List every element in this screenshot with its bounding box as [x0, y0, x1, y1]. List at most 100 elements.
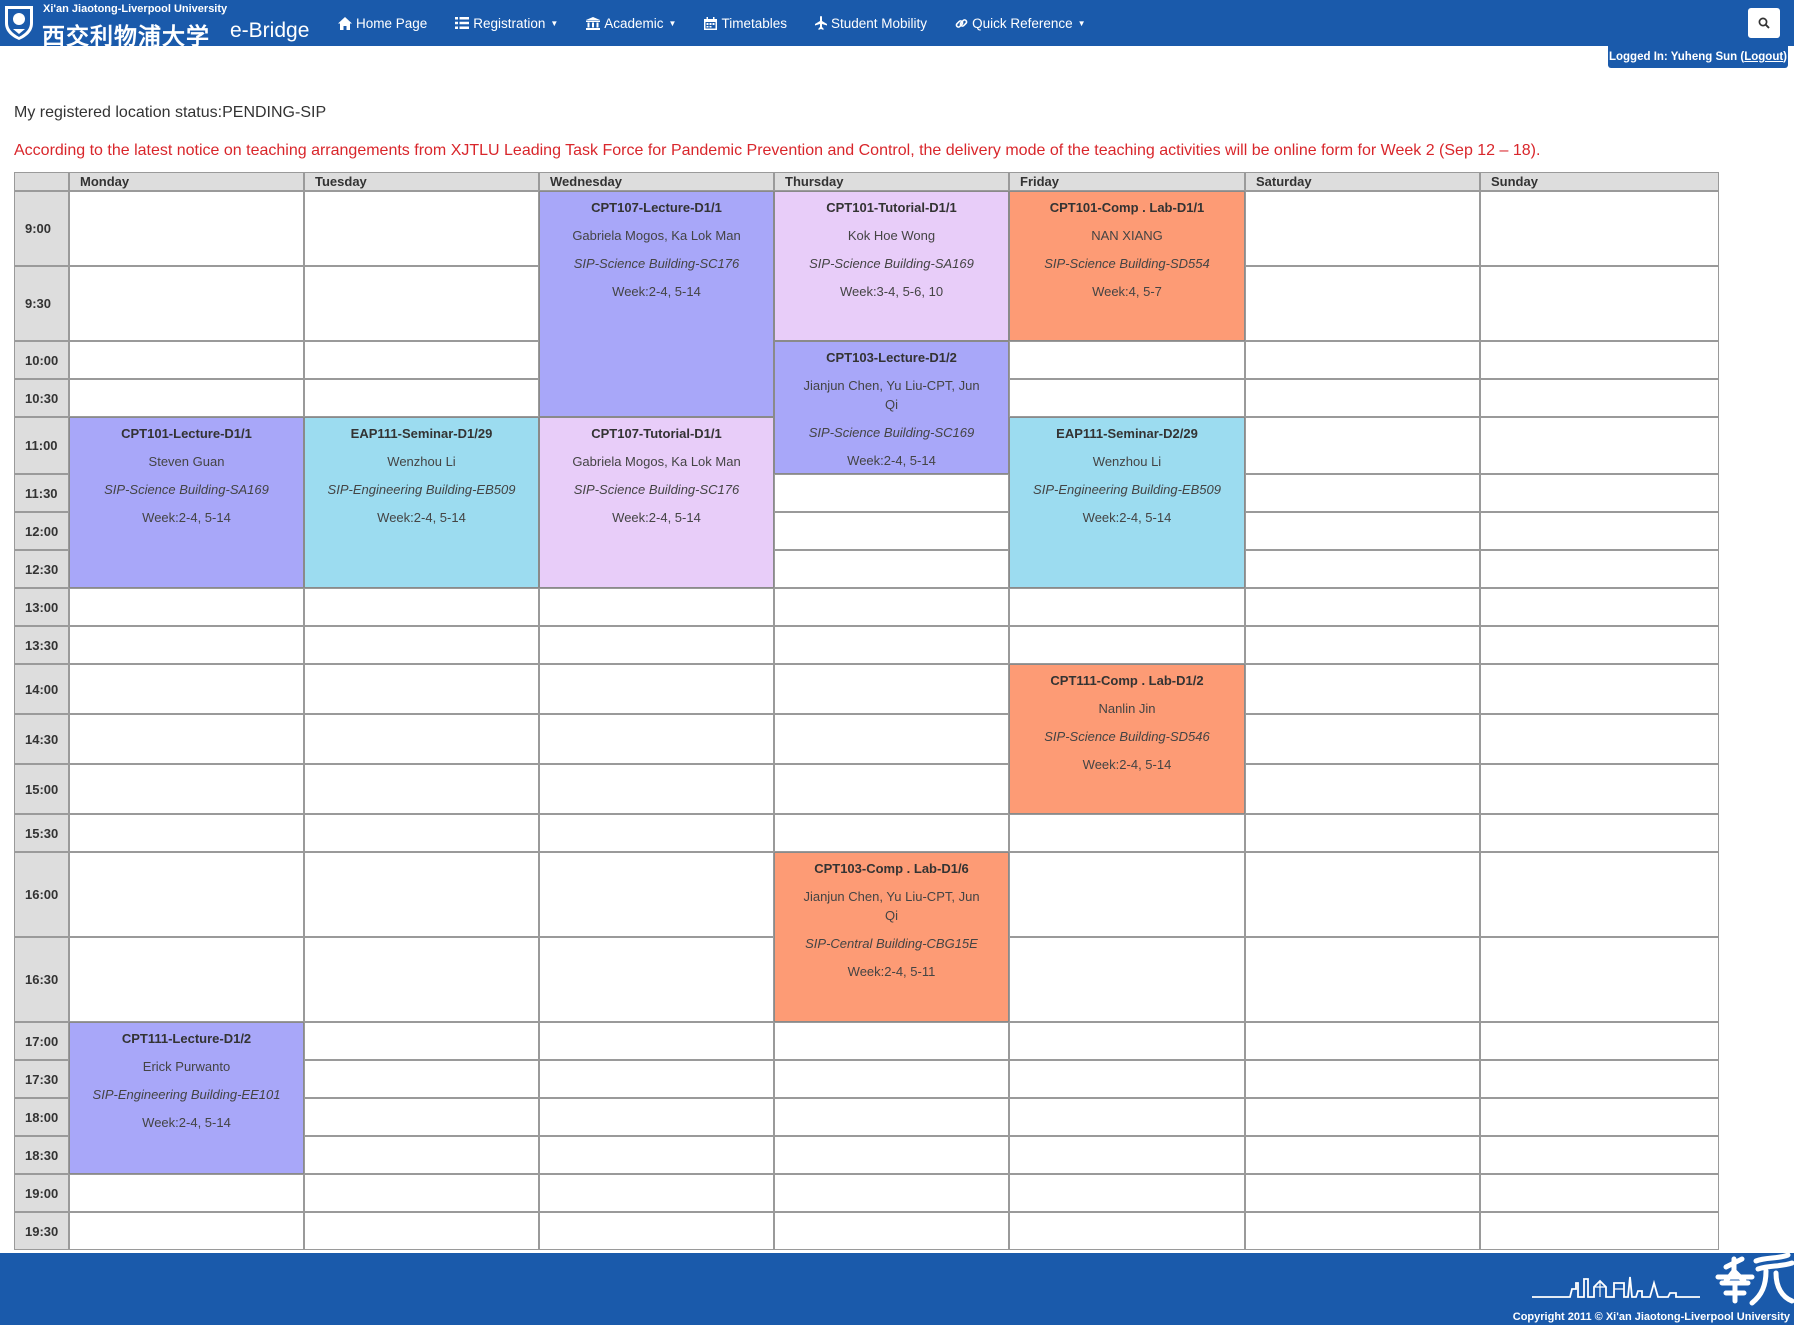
pandemic-notice: According to the latest notice on teachi… — [14, 142, 1541, 159]
empty-slot — [304, 266, 539, 341]
empty-slot — [539, 626, 774, 664]
empty-slot — [1480, 1136, 1719, 1174]
class-session-block[interactable]: CPT101-Lecture-D1/1 Steven Guan SIP-Scienc… — [69, 417, 304, 588]
time-slot-label: 12:00 — [14, 512, 69, 550]
time-slot-label: 14:00 — [14, 664, 69, 714]
empty-slot — [774, 1212, 1009, 1250]
chevron-down-icon: ▼ — [1077, 18, 1086, 28]
empty-slot — [304, 937, 539, 1022]
empty-slot — [774, 588, 1009, 626]
empty-slot — [774, 1174, 1009, 1212]
session-weeks: Week:2-4, 5-14 — [1082, 510, 1172, 525]
time-slot-label: 19:30 — [14, 1212, 69, 1250]
empty-slot — [1245, 814, 1480, 852]
empty-slot — [1009, 626, 1245, 664]
session-weeks: Week:3-4, 5-6, 10 — [839, 284, 944, 299]
empty-slot — [539, 714, 774, 764]
day-header-sunday: Sunday — [1480, 172, 1719, 191]
empty-slot — [69, 626, 304, 664]
empty-slot — [1480, 341, 1719, 379]
empty-slot — [1009, 814, 1245, 852]
time-slot-label: 9:30 — [14, 266, 69, 341]
class-session-block[interactable]: CPT103-Comp . Lab-D1/6 Jianjun Chen, Yu L… — [774, 852, 1009, 1022]
list-icon — [455, 17, 470, 29]
empty-slot — [1245, 1136, 1480, 1174]
empty-slot — [304, 1212, 539, 1250]
empty-slot — [1245, 417, 1480, 474]
nav-timetables[interactable]: Timetables — [690, 0, 801, 46]
class-session-block[interactable]: CPT111-Lecture-D1/2 Erick Purwanto SIP-Eng… — [69, 1022, 304, 1174]
class-session-block[interactable]: CPT107-Tutorial-D1/1 Gabriela Mogos, Ka L… — [539, 417, 774, 588]
class-session-block[interactable]: EAP111-Seminar-D2/29 Wenzhou Li SIP-Engine… — [1009, 417, 1245, 588]
session-staff: Jianjun Chen, Yu Liu-CPT, Jun Qi — [803, 378, 980, 412]
empty-slot — [1245, 714, 1480, 764]
empty-slot — [1245, 664, 1480, 714]
empty-slot — [1245, 937, 1480, 1022]
empty-slot — [69, 1212, 304, 1250]
nav-home-page[interactable]: Home Page — [324, 0, 441, 46]
empty-slot — [1245, 1212, 1480, 1250]
empty-slot — [69, 852, 304, 937]
empty-slot — [539, 1060, 774, 1098]
empty-slot — [539, 1136, 774, 1174]
class-session-block[interactable]: EAP111-Seminar-D1/29 Wenzhou Li SIP-Engine… — [304, 417, 539, 588]
time-slot-label: 13:30 — [14, 626, 69, 664]
chevron-down-icon: ▼ — [668, 18, 677, 28]
empty-slot — [539, 937, 774, 1022]
brand-logo[interactable]: Xi'an Jiaotong-Liverpool University 西交利物… — [0, 0, 320, 50]
class-session-block[interactable]: CPT101-Tutorial-D1/1 Kok Hoe Wong SIP-Scie… — [774, 191, 1009, 341]
empty-slot — [539, 664, 774, 714]
empty-slot — [774, 764, 1009, 814]
empty-slot — [1009, 1174, 1245, 1212]
empty-slot — [539, 1174, 774, 1212]
calendar-icon — [704, 16, 718, 30]
search-button[interactable] — [1748, 8, 1780, 38]
empty-slot — [69, 588, 304, 626]
time-slot-label: 17:00 — [14, 1022, 69, 1060]
day-header-wednesday: Wednesday — [539, 172, 774, 191]
empty-slot — [774, 1136, 1009, 1174]
session-title: CPT101-Comp . Lab-D1/1 — [1049, 200, 1205, 215]
nav-academic-label: Academic — [604, 15, 664, 31]
empty-slot — [304, 852, 539, 937]
empty-slot — [69, 191, 304, 266]
app-name: e-Bridge — [230, 19, 310, 42]
empty-slot — [539, 588, 774, 626]
session-title: CPT107-Tutorial-D1/1 — [591, 426, 722, 441]
empty-slot — [304, 626, 539, 664]
empty-slot — [539, 764, 774, 814]
empty-slot — [1009, 341, 1245, 379]
nav-quick-reference[interactable]: Quick Reference ▼ — [941, 0, 1099, 46]
class-session-block[interactable]: CPT101-Comp . Lab-D1/1 NAN XIANG SIP-Scien… — [1009, 191, 1245, 341]
empty-slot — [304, 191, 539, 266]
link-icon — [955, 17, 968, 30]
login-status: Logged In: Yuheng Sun (Logout) — [1608, 46, 1788, 68]
session-staff: Wenzhou Li — [387, 454, 456, 469]
empty-slot — [1009, 1022, 1245, 1060]
empty-slot — [304, 341, 539, 379]
empty-slot — [1480, 626, 1719, 664]
time-slot-label: 17:30 — [14, 1060, 69, 1098]
session-location: SIP-Engineering Building-EE101 — [92, 1087, 281, 1102]
session-location: SIP-Science Building-SA169 — [104, 482, 269, 497]
nav-home-page-label: Home Page — [356, 15, 428, 31]
class-session-block[interactable]: CPT107-Lecture-D1/1 Gabriela Mogos, Ka Lo… — [539, 191, 774, 417]
session-location: SIP-Central Building-CBG15E — [805, 936, 978, 951]
empty-slot — [304, 1022, 539, 1060]
empty-slot — [539, 1022, 774, 1060]
session-weeks: Week:2-4, 5-14 — [612, 284, 701, 299]
session-staff: Erick Purwanto — [142, 1059, 231, 1074]
empty-slot — [774, 512, 1009, 550]
session-location: SIP-Engineering Building-EB509 — [1033, 482, 1221, 497]
time-slot-label: 13:00 — [14, 588, 69, 626]
class-session-block[interactable]: CPT111-Comp . Lab-D1/2 Nanlin Jin SIP-Scie… — [1009, 664, 1245, 814]
empty-slot — [304, 764, 539, 814]
nav-registration[interactable]: Registration ▼ — [441, 0, 572, 46]
nav-academic[interactable]: Academic ▼ — [572, 0, 690, 46]
logout-link[interactable]: Logout — [1744, 51, 1783, 63]
empty-slot — [1480, 191, 1719, 266]
nav-student-mobility[interactable]: Student Mobility — [801, 0, 941, 46]
empty-slot — [1480, 417, 1719, 474]
class-session-block[interactable]: CPT103-Lecture-D1/2 Jianjun Chen, Yu Liu-… — [774, 341, 1009, 474]
empty-slot — [69, 664, 304, 714]
